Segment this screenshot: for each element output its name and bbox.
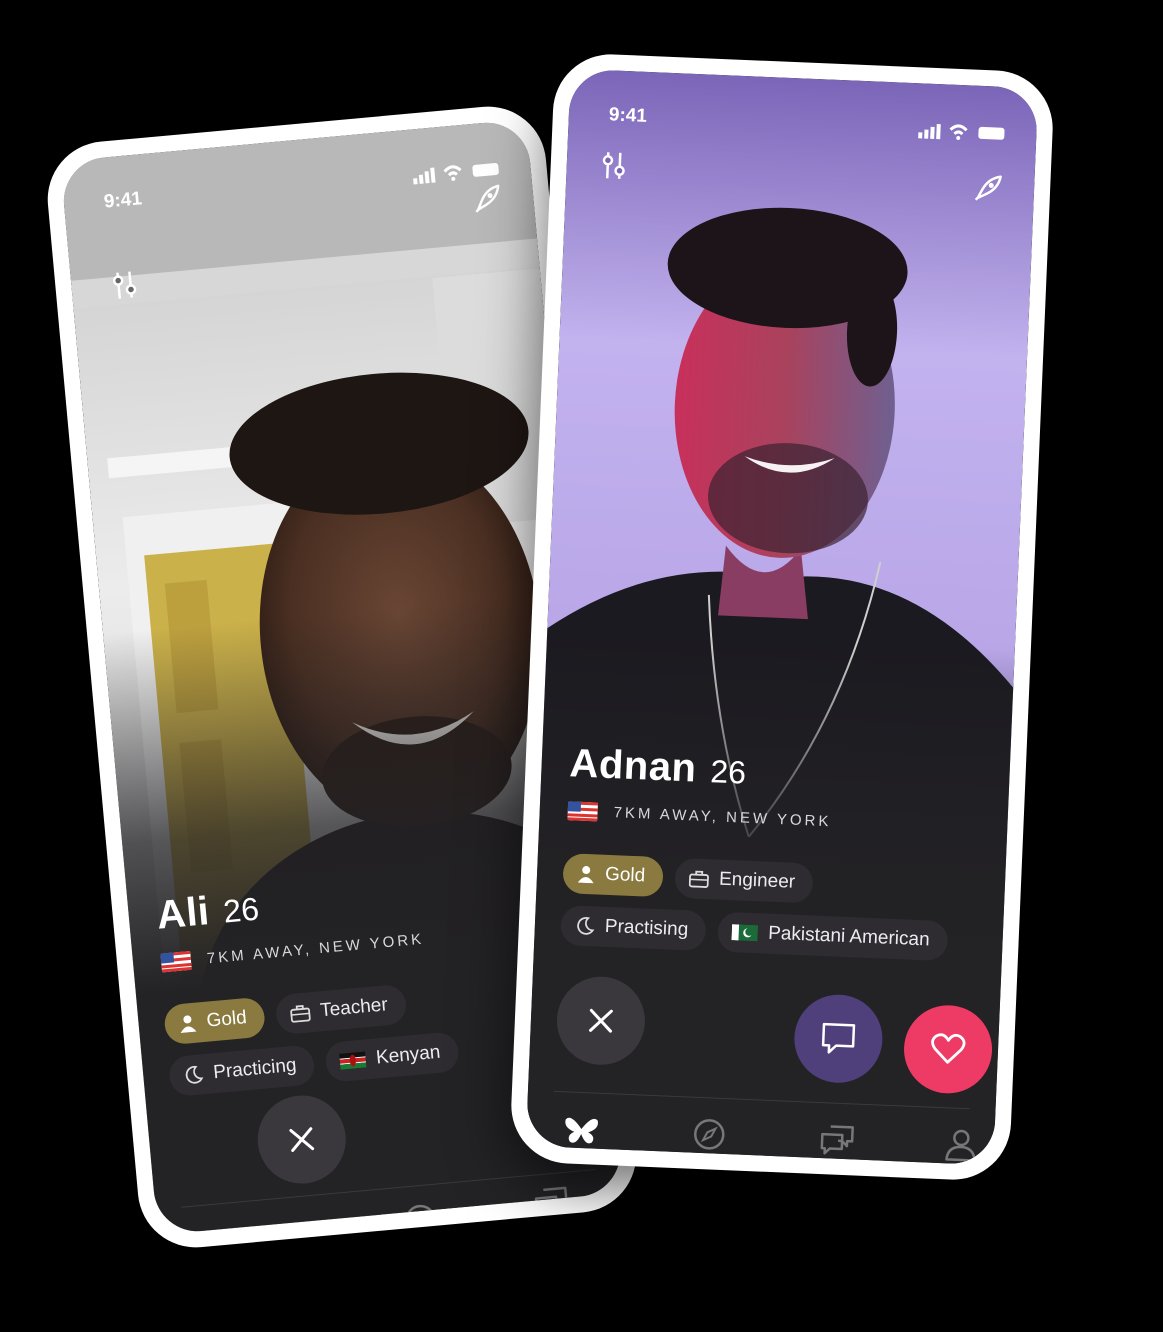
person-icon (180, 1015, 197, 1034)
chip-gold: Gold (163, 996, 267, 1046)
moon-icon (185, 1065, 204, 1084)
chip-label: Practising (604, 915, 689, 941)
moon-icon (577, 916, 595, 935)
tab-profile-icon[interactable] (941, 1125, 981, 1165)
tab-explore-compass-icon[interactable] (400, 1199, 441, 1235)
profile-chips: Gold Engineer Practising Pakistani Ameri… (560, 853, 990, 975)
profile-name-row: Adnan 26 (569, 741, 747, 793)
profile-name: Ali (154, 889, 212, 938)
phone-card-adnan: 9:41 Adnan 26 7KM AWAY, NEW YORK Gold En… (508, 52, 1056, 1182)
heart-icon (931, 1033, 966, 1064)
profile-age: 26 (709, 753, 747, 791)
briefcase-icon (290, 1004, 311, 1023)
us-flag-icon (160, 950, 192, 973)
chip-label: Practicing (212, 1054, 298, 1084)
chat-bubble-icon (821, 1022, 856, 1054)
profile-name-row: Ali 26 (155, 885, 261, 939)
briefcase-icon (688, 870, 710, 888)
chip-label: Pakistani American (767, 922, 931, 951)
tab-discover-butterfly-icon[interactable] (269, 1217, 310, 1235)
status-time: 9:41 (608, 104, 648, 127)
screen-adnan: 9:41 Adnan 26 7KM AWAY, NEW YORK Gold En… (525, 68, 1039, 1166)
pakistan-flag-icon (731, 924, 759, 942)
profile-age: 26 (221, 890, 261, 930)
chip-religiosity: Practicing (167, 1044, 317, 1098)
filter-sliders-icon[interactable] (596, 148, 631, 183)
status-time: 9:41 (103, 188, 143, 213)
person-icon (577, 866, 594, 884)
chip-label: Teacher (319, 994, 389, 1022)
close-icon (589, 1008, 613, 1033)
chip-ethnicity: Kenyan (324, 1031, 461, 1083)
profile-name: Adnan (568, 741, 698, 791)
filter-sliders-icon[interactable] (106, 267, 143, 304)
close-icon (289, 1127, 315, 1152)
boost-rocket-icon[interactable] (969, 172, 1004, 207)
tab-discover-butterfly-icon[interactable] (562, 1109, 602, 1149)
chip-occupation: Engineer (674, 857, 814, 904)
chip-gold: Gold (562, 853, 664, 898)
tab-chats-icon[interactable] (531, 1182, 572, 1223)
chip-religiosity: Practising (560, 905, 708, 952)
tab-chats-icon[interactable] (817, 1120, 857, 1160)
chip-label: Gold (604, 863, 646, 887)
us-flag-icon (567, 801, 599, 822)
kenya-flag-icon (339, 1051, 367, 1070)
chip-label: Kenyan (375, 1041, 442, 1069)
boost-rocket-icon[interactable] (468, 181, 505, 218)
tab-explore-compass-icon[interactable] (689, 1115, 729, 1155)
chip-ethnicity: Pakistani American (717, 911, 949, 962)
chip-label: Gold (205, 1007, 248, 1032)
chip-label: Engineer (718, 868, 796, 893)
